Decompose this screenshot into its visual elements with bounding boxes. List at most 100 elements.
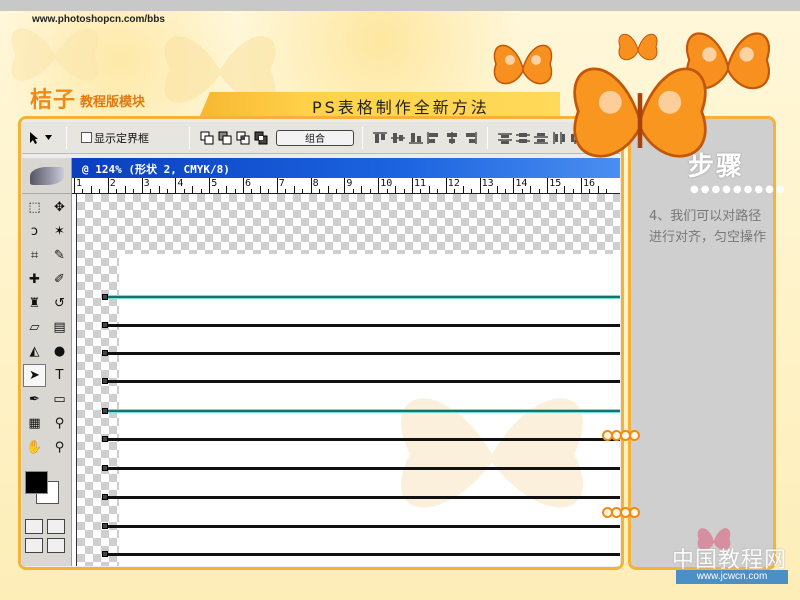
align-horizontal-center-button[interactable] [443, 129, 461, 147]
add-shape-area-button[interactable] [198, 129, 216, 147]
standard-mode-button[interactable] [25, 519, 43, 534]
path-anchor[interactable] [102, 378, 108, 384]
path-line-selected[interactable] [105, 296, 620, 298]
ruler-minor-tick [488, 189, 490, 193]
path-line[interactable] [105, 352, 620, 355]
ruler-minor-tick [133, 189, 135, 193]
document-canvas[interactable] [77, 194, 620, 566]
path-line[interactable] [105, 553, 620, 556]
type-icon: T [55, 368, 64, 383]
ruler-minor-tick [606, 189, 608, 193]
align-vertical-center-button[interactable] [389, 129, 407, 147]
path-anchor[interactable] [102, 436, 108, 442]
subtract-area-icon [218, 131, 232, 144]
standard-screen-button[interactable] [25, 538, 43, 553]
magic-wand-tool[interactable]: ✶ [48, 220, 71, 243]
ruler-minor-tick [386, 189, 388, 193]
ruler-major-tick [175, 178, 177, 193]
chain-link-decoration [602, 430, 640, 441]
align-left-button[interactable] [425, 129, 443, 147]
eraser-icon: ▱ [29, 320, 40, 335]
align-top-button[interactable] [371, 129, 389, 147]
clone-stamp-tool[interactable]: ♜ [23, 292, 46, 315]
align-right-button[interactable] [461, 129, 479, 147]
path-anchor[interactable] [102, 322, 108, 328]
eyedropper-tool[interactable]: ⚲ [48, 412, 71, 435]
ruler-label: 3 [143, 178, 150, 189]
path-anchor[interactable] [102, 523, 108, 529]
move-tool[interactable]: ✥ [48, 196, 71, 219]
foreground-color[interactable] [25, 471, 48, 494]
blur-tool[interactable]: ◭ [23, 340, 46, 363]
tool-preset-picker[interactable] [22, 131, 58, 145]
lasso-icon: ↄ [30, 224, 39, 239]
intersect-shape-area-button[interactable] [234, 129, 252, 147]
show-bounding-box-label: 显示定界框 [94, 131, 149, 145]
slice-tool[interactable]: ✎ [48, 244, 71, 267]
distribute-top-button[interactable] [496, 129, 514, 147]
path-line[interactable] [105, 438, 620, 441]
chain-link-decoration [602, 507, 640, 518]
distribute-bottom-button[interactable] [532, 129, 550, 147]
align-top-icon [373, 132, 387, 143]
align-left-icon [427, 131, 438, 144]
ruler-minor-tick [454, 189, 456, 193]
show-bounding-box-checkbox[interactable] [81, 132, 92, 143]
eraser-tool[interactable]: ▱ [23, 316, 46, 339]
brand-sub: 教程版模块 [80, 95, 146, 110]
full-screen-button[interactable] [47, 538, 65, 553]
path-selection-tool[interactable]: ➤ [23, 364, 46, 387]
path-anchor[interactable] [102, 350, 108, 356]
marquee-tool[interactable]: ⬚ [23, 196, 46, 219]
ruler-minor-tick [428, 186, 430, 193]
ruler-minor-tick [496, 186, 498, 193]
ruler-minor-tick [327, 186, 329, 193]
show-bounding-box-option[interactable]: 显示定界框 [81, 130, 181, 146]
path-line-selected[interactable] [105, 410, 620, 412]
combine-button[interactable]: 组合 [276, 129, 354, 146]
ruler-minor-tick [166, 189, 168, 193]
hand-tool[interactable]: ✋ [23, 436, 46, 459]
ruler-minor-tick [150, 189, 152, 193]
path-anchor[interactable] [102, 494, 108, 500]
quick-mask-button[interactable] [47, 519, 65, 534]
path-line[interactable] [105, 324, 620, 327]
horizontal-ruler[interactable]: 1 2 3 4 5 6 7 8 9 10 11 12 13 14 15 16 [72, 178, 620, 194]
healing-brush-tool[interactable]: ✚ [23, 268, 46, 291]
dodge-tool[interactable]: ● [48, 340, 71, 363]
ruler-minor-tick [471, 189, 473, 193]
notes-icon: ▦ [28, 416, 41, 431]
path-anchor[interactable] [102, 551, 108, 557]
ruler-minor-tick [158, 186, 160, 193]
type-tool[interactable]: T [48, 364, 71, 387]
subtract-shape-area-button[interactable] [216, 129, 234, 147]
ruler-major-tick [378, 178, 380, 193]
document-title-bar[interactable]: @ 124% (形状 2, CMYK/8) [72, 158, 620, 178]
zoom-tool[interactable]: ⚲ [48, 436, 71, 459]
path-anchor[interactable] [102, 465, 108, 471]
brush-tool[interactable]: ✐ [48, 268, 71, 291]
path-anchor[interactable] [102, 408, 108, 414]
pen-tool[interactable]: ✒ [23, 388, 46, 411]
exclude-shape-area-button[interactable] [252, 129, 270, 147]
toolbox-header[interactable] [22, 158, 71, 194]
path-line[interactable] [105, 467, 620, 470]
distribute-vertical-center-button[interactable] [514, 129, 532, 147]
shape-tool[interactable]: ▭ [48, 388, 71, 411]
path-line[interactable] [105, 496, 620, 499]
path-line[interactable] [105, 525, 620, 528]
align-vcenter-icon [391, 132, 405, 143]
crop-tool[interactable]: ⌗ [23, 244, 46, 267]
ruler-label: 9 [346, 178, 353, 189]
ruler-minor-tick [395, 186, 397, 193]
notes-tool[interactable]: ▦ [23, 412, 46, 435]
path-anchor[interactable] [102, 294, 108, 300]
pen-icon: ✒ [29, 392, 40, 407]
align-bottom-button[interactable] [407, 129, 425, 147]
history-brush-tool[interactable]: ↺ [48, 292, 71, 315]
path-line[interactable] [105, 380, 620, 383]
ruler-minor-tick [293, 186, 295, 193]
gradient-tool[interactable]: ▤ [48, 316, 71, 339]
lasso-tool[interactable]: ↄ [23, 220, 46, 243]
ruler-major-tick [310, 178, 312, 193]
